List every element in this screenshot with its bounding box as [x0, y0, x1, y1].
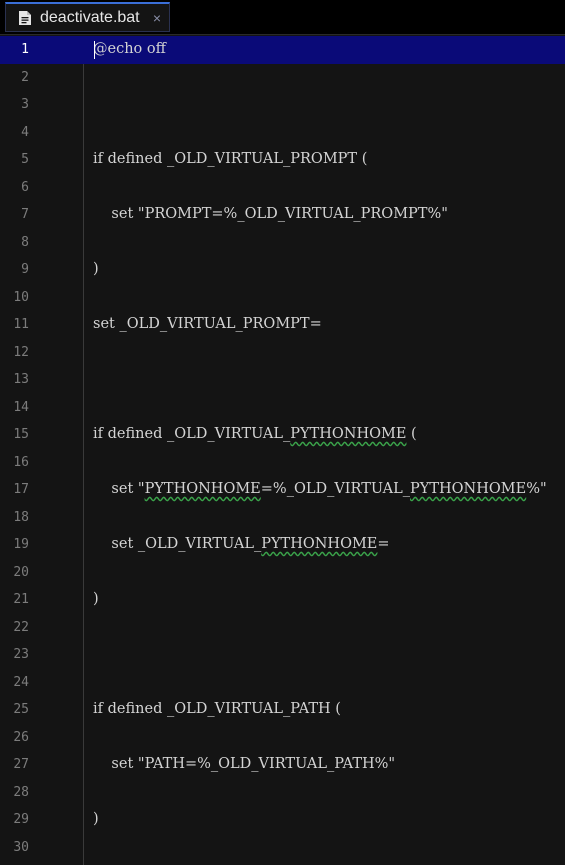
- code-line[interactable]: 26: [0, 724, 565, 752]
- line-number: 6: [21, 179, 29, 195]
- line-text: set "PATH=%_OLD_VIRTUAL_PATH%": [93, 756, 396, 772]
- line-text: ): [93, 811, 99, 827]
- line-text: @echo off: [93, 41, 166, 57]
- line-text: ): [93, 591, 99, 607]
- code-line[interactable]: 25 if defined _OLD_VIRTUAL_PATH (: [0, 696, 565, 724]
- code-line[interactable]: 27 set "PATH=%_OLD_VIRTUAL_PATH%": [0, 751, 565, 779]
- line-text: if defined _OLD_VIRTUAL_PROMPT (: [93, 151, 368, 167]
- line-number: 16: [13, 454, 29, 470]
- line-number: 9: [21, 262, 29, 277]
- code-line[interactable]: 12: [0, 339, 565, 367]
- code-line[interactable]: 10: [0, 284, 565, 312]
- line-number: 18: [13, 509, 29, 525]
- code-line[interactable]: 15 if defined _OLD_VIRTUAL_PYTHONHOME (: [0, 421, 565, 449]
- line-number: 25: [13, 702, 29, 717]
- line-text: ): [93, 261, 99, 277]
- line-text: if defined _OLD_VIRTUAL_PYTHONHOME (: [93, 426, 417, 442]
- tab-deactivate-bat[interactable]: deactivate.bat ×: [5, 2, 170, 32]
- code-line[interactable]: 11 set _OLD_VIRTUAL_PROMPT=: [0, 311, 565, 339]
- line-text: if defined _OLD_VIRTUAL_PATH (: [93, 701, 341, 717]
- code-line[interactable]: 16: [0, 449, 565, 477]
- code-line[interactable]: 13: [0, 366, 565, 394]
- line-number: 3: [21, 97, 29, 112]
- line-text: set _OLD_VIRTUAL_PROMPT=: [93, 316, 322, 332]
- code-line[interactable]: 21): [0, 586, 565, 614]
- code-line[interactable]: 30: [0, 834, 565, 862]
- line-number: 2: [21, 69, 29, 85]
- file-icon: [19, 10, 31, 25]
- line-text: set "PYTHONHOME=%_OLD_VIRTUAL_PYTHONHOME…: [93, 481, 547, 497]
- code-line[interactable]: 5 if defined _OLD_VIRTUAL_PROMPT (: [0, 146, 565, 174]
- code-line[interactable]: 19 set _OLD_VIRTUAL_PYTHONHOME=: [0, 531, 565, 559]
- line-number: 30: [13, 839, 29, 855]
- code-line[interactable]: 14: [0, 394, 565, 422]
- code-line[interactable]: 2: [0, 64, 565, 92]
- code-line[interactable]: 7 set "PROMPT=%_OLD_VIRTUAL_PROMPT%": [0, 201, 565, 229]
- code-line[interactable]: 28: [0, 779, 565, 807]
- code-line[interactable]: 20: [0, 559, 565, 587]
- code-line[interactable]: 23: [0, 641, 565, 669]
- code-line[interactable]: 4: [0, 119, 565, 147]
- line-number: 28: [13, 784, 29, 800]
- line-number: 20: [13, 564, 29, 580]
- code-line[interactable]: 6: [0, 174, 565, 202]
- line-number: 29: [13, 812, 29, 827]
- line-number: 26: [13, 729, 29, 745]
- tab-label: deactivate.bat: [40, 8, 140, 26]
- code-line[interactable]: 3: [0, 91, 565, 119]
- close-icon[interactable]: ×: [153, 10, 161, 26]
- line-number: 11: [13, 317, 29, 332]
- line-number: 22: [13, 619, 29, 635]
- line-number: 5: [21, 152, 29, 167]
- code-line[interactable]: 18: [0, 504, 565, 532]
- code-line[interactable]: 9): [0, 256, 565, 284]
- code-line[interactable]: 22: [0, 614, 565, 642]
- line-number: 19: [13, 537, 29, 552]
- code-line[interactable]: 24: [0, 669, 565, 697]
- line-number: 12: [13, 344, 29, 360]
- line-number: 17: [13, 482, 29, 497]
- line-number: 8: [21, 234, 29, 250]
- line-number: 21: [13, 592, 29, 607]
- line-text: set _OLD_VIRTUAL_PYTHONHOME=: [93, 536, 390, 552]
- tab-bar: deactivate.bat ×: [0, 0, 565, 35]
- code-line[interactable]: 17 set "PYTHONHOME=%_OLD_VIRTUAL_PYTHONH…: [0, 476, 565, 504]
- code-line[interactable]: 29): [0, 806, 565, 834]
- line-number: 15: [13, 427, 29, 442]
- line-number: 7: [21, 207, 29, 222]
- line-text: set "PROMPT=%_OLD_VIRTUAL_PROMPT%": [93, 206, 448, 222]
- line-number: 23: [13, 647, 29, 662]
- line-number: 27: [13, 757, 29, 772]
- line-number: 1: [21, 42, 29, 57]
- line-number: 13: [13, 372, 29, 387]
- text-caret: [94, 41, 95, 59]
- line-number: 4: [21, 124, 29, 140]
- code-editor[interactable]: 1 @echo off 2 3 4 5 if defined _OLD_VIRTUAL_PR…: [0, 36, 565, 865]
- line-number: 10: [13, 289, 29, 305]
- line-number: 14: [13, 399, 29, 415]
- code-line[interactable]: 8: [0, 229, 565, 257]
- code-line[interactable]: 1 @echo off: [0, 36, 565, 64]
- line-number: 24: [13, 674, 29, 690]
